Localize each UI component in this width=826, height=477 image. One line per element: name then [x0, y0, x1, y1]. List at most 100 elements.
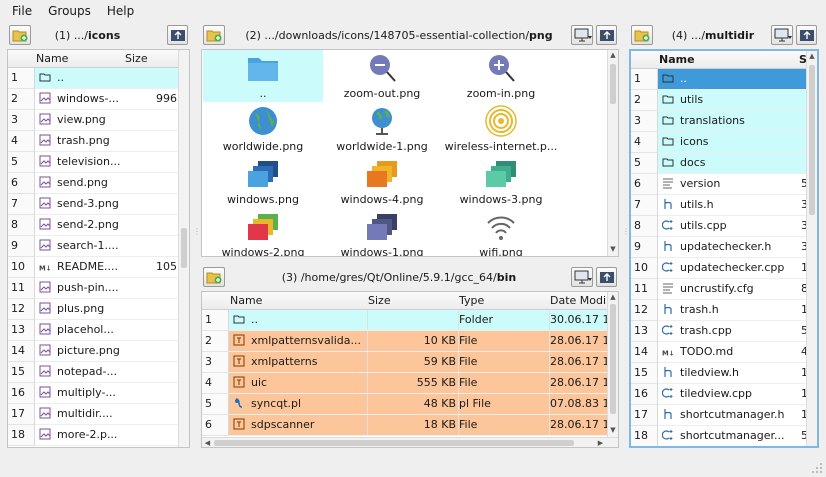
table-row[interactable]: multiply-...	[35, 383, 178, 404]
table-row[interactable]: utils.h 3	[658, 195, 806, 216]
new-folder-button[interactable]	[631, 25, 653, 45]
table-row[interactable]: send.png	[35, 173, 178, 194]
table-row[interactable]: utils.cpp 3	[658, 216, 806, 237]
table-row[interactable]: xmlpatternsvalida... 10 KB File 28.06.17 1	[229, 331, 607, 352]
new-folder-button[interactable]	[203, 267, 225, 287]
go-up-button[interactable]	[596, 25, 617, 45]
table-row[interactable]: push-pin....	[35, 278, 178, 299]
new-folder-button[interactable]	[203, 25, 225, 45]
column-size[interactable]: Size	[125, 52, 148, 65]
scroll-left-arrow[interactable]: ◀	[202, 438, 213, 447]
menu-groups[interactable]: Groups	[40, 1, 99, 21]
column-name[interactable]: Name	[36, 52, 68, 65]
table-row[interactable]: ..	[35, 68, 178, 89]
table-row[interactable]: updatechecker.cpp 1	[658, 258, 806, 279]
scroll-thumb[interactable]	[610, 64, 616, 104]
folder-up-icon	[800, 30, 814, 41]
table-row[interactable]: docs	[658, 153, 806, 174]
vertical-scrollbar[interactable]	[178, 50, 189, 447]
view-mode-button[interactable]	[571, 267, 593, 287]
file-table[interactable]: Name Size Type Date Modi ▲ ▼ ◀ ▶ 1.. Fold…	[201, 291, 619, 448]
menu-help[interactable]: Help	[99, 1, 142, 21]
go-up-button[interactable]	[796, 25, 817, 45]
scroll-thumb[interactable]	[181, 228, 187, 268]
table-row[interactable]: send-3.png	[35, 194, 178, 215]
table-row[interactable]: ..	[658, 69, 806, 90]
table-row[interactable]: .. Folder 30.06.17 1	[229, 310, 607, 331]
file-table[interactable]: Name Size ◀ ▶ 1..2windows-...9963view.pn…	[7, 49, 190, 448]
table-row[interactable]: view.png	[35, 110, 178, 131]
scroll-thumb[interactable]	[214, 440, 574, 446]
resize-grip-icon[interactable]	[811, 462, 823, 474]
table-row[interactable]: tiledview.cpp 1	[658, 384, 806, 405]
scroll-down-arrow[interactable]: ▼	[608, 425, 618, 436]
horizontal-scrollbar[interactable]: ◀ ▶	[202, 437, 618, 447]
table-row[interactable]: uic 555 KB File 28.06.17 1	[229, 373, 607, 394]
column-name[interactable]: Name	[659, 53, 695, 66]
table-row[interactable]: trash.h 1	[658, 300, 806, 321]
vertical-scrollbar[interactable]: ▲ ▼	[607, 50, 618, 256]
table-row[interactable]: tiledview.h 1	[658, 363, 806, 384]
scroll-up-arrow[interactable]: ▲	[807, 51, 817, 62]
icon-tile[interactable]: windows-3.png	[441, 156, 561, 208]
table-row[interactable]: M↓ README.... 105	[35, 257, 178, 278]
table-row[interactable]: utils	[658, 90, 806, 111]
table-row[interactable]: trash.png	[35, 131, 178, 152]
table-row[interactable]: trash.cpp 5	[658, 321, 806, 342]
table-row[interactable]: updatechecker.h 3	[658, 237, 806, 258]
table-row[interactable]: version 5	[658, 174, 806, 195]
table-row[interactable]: shortcutmanager... 5	[658, 426, 806, 446]
icon-tile[interactable]: windows-1.png	[322, 209, 442, 256]
table-row[interactable]: placehol...	[35, 320, 178, 341]
scroll-right-arrow[interactable]: ▶	[595, 438, 606, 447]
scroll-thumb[interactable]	[610, 304, 616, 414]
icon-tile[interactable]: worldwide-1.png	[322, 103, 442, 155]
table-row[interactable]: send-2.png	[35, 215, 178, 236]
column-type[interactable]: Type	[459, 294, 484, 307]
file-table[interactable]: Name S ▲ ▼ 1.. 2 utils 3 translations 4 icons 5…	[629, 49, 819, 448]
icon-tile[interactable]: windows.png	[203, 156, 323, 208]
column-size[interactable]: Size	[368, 294, 391, 307]
table-row[interactable]: uncrustify.cfg 8	[658, 279, 806, 300]
table-row[interactable]: xmlpatterns 59 KB File 28.06.17 1	[229, 352, 607, 373]
table-row[interactable]: more-2.p...	[35, 425, 178, 446]
icon-tile[interactable]: windows-2.png	[203, 209, 323, 256]
table-row[interactable]: multidir....	[35, 404, 178, 425]
column-date[interactable]: Date Modi	[550, 294, 606, 307]
scroll-down-arrow[interactable]: ▼	[608, 244, 618, 255]
table-row[interactable]: search-1....	[35, 236, 178, 257]
scroll-thumb[interactable]	[809, 65, 815, 215]
column-name[interactable]: Name	[230, 294, 262, 307]
go-up-button[interactable]	[596, 267, 617, 287]
go-up-button[interactable]	[167, 25, 188, 45]
icon-tile[interactable]: wifi.png	[441, 209, 561, 256]
vertical-scrollbar[interactable]: ▲ ▼	[607, 292, 618, 437]
icon-tile[interactable]: zoom-out.png	[322, 50, 442, 102]
view-mode-button[interactable]	[571, 25, 593, 45]
scroll-up-arrow[interactable]: ▲	[608, 292, 618, 303]
icon-tile[interactable]: windows-4.png	[322, 156, 442, 208]
icon-grid[interactable]: .. zoom-out.png zoom-in.png worldwide.png wo…	[201, 49, 619, 257]
table-row[interactable]: picture.png	[35, 341, 178, 362]
icon-tile[interactable]: wireless-internet.p...	[441, 103, 561, 155]
table-row[interactable]: sdpscanner 18 KB File 28.06.17 1	[229, 415, 607, 436]
table-row[interactable]: shortcutmanager.h 1	[658, 405, 806, 426]
table-row[interactable]: windows-... 996	[35, 89, 178, 110]
new-folder-button[interactable]	[9, 25, 31, 45]
scroll-up-arrow[interactable]: ▲	[608, 50, 618, 61]
table-row[interactable]: translations	[658, 111, 806, 132]
table-row[interactable]: icons	[658, 132, 806, 153]
table-row[interactable]: syncqt.pl 48 KB pl File 07.08.83 1	[229, 394, 607, 415]
icon-tile[interactable]: zoom-in.png	[441, 50, 561, 102]
vertical-scrollbar[interactable]: ▲ ▼	[806, 51, 817, 446]
splitter-handle[interactable]: ⋮	[193, 228, 201, 242]
table-row[interactable]: television...	[35, 152, 178, 173]
icon-tile[interactable]: ..	[203, 50, 323, 102]
icon-tile[interactable]: worldwide.png	[203, 103, 323, 155]
menu-file[interactable]: File	[4, 1, 40, 21]
table-row[interactable]: plus.png	[35, 299, 178, 320]
table-row[interactable]: M↓ TODO.md 4	[658, 342, 806, 363]
view-mode-button[interactable]	[771, 25, 793, 45]
splitter-handle[interactable]: ⋮	[622, 228, 630, 242]
table-row[interactable]: notepad-...	[35, 362, 178, 383]
